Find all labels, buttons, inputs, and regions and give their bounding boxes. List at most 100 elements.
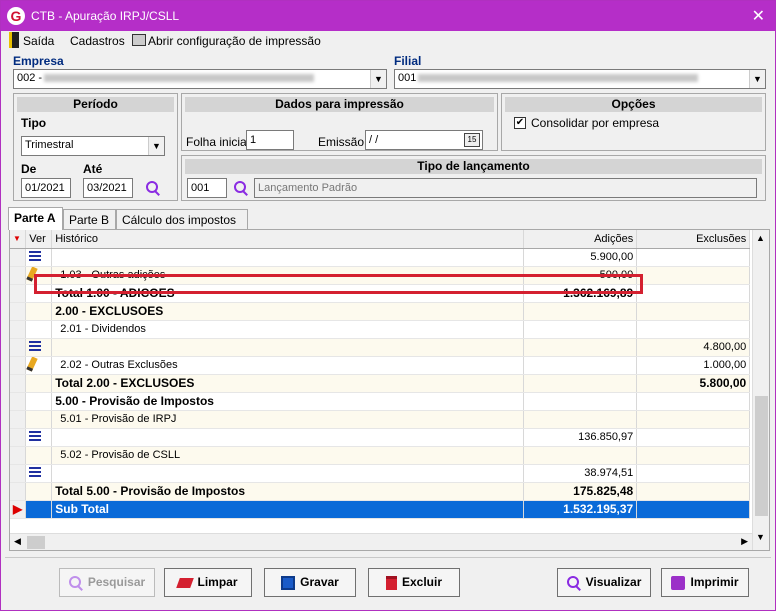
periodo-group: Período Tipo Trimestral ▼ De 01/2021 Até… bbox=[13, 93, 178, 201]
gravar-button[interactable]: Gravar bbox=[264, 568, 356, 597]
row-adicoes-cell: 1.362.169,89 bbox=[523, 284, 638, 303]
row-indicator[interactable] bbox=[10, 446, 27, 465]
save-icon bbox=[281, 575, 296, 590]
row-indicator[interactable] bbox=[10, 302, 27, 321]
excluir-label: Excluir bbox=[401, 575, 443, 589]
table-row[interactable]: 2.01 - Dividendos bbox=[10, 320, 751, 339]
menu-abrir-configuracao-impressao[interactable]: Abrir configuração de impressão bbox=[148, 34, 321, 48]
tipo-lancamento-description: Lançamento Padrão bbox=[254, 178, 757, 198]
printer-icon bbox=[132, 34, 146, 46]
tab-parte-a[interactable]: Parte A bbox=[8, 207, 63, 230]
pesquisar-button[interactable]: Pesquisar bbox=[59, 568, 155, 597]
trash-icon bbox=[385, 575, 397, 590]
imprimir-button[interactable]: Imprimir bbox=[661, 568, 749, 597]
table-row[interactable]: 2.02 - Outras Exclusões 1.000,00 bbox=[10, 356, 751, 375]
table-row[interactable]: 1.03 - Outras adições 500,00 bbox=[10, 266, 751, 285]
row-exclusoes-cell bbox=[636, 500, 751, 519]
chevron-down-icon[interactable]: ▼ bbox=[148, 137, 164, 155]
table-row[interactable]: 38.974,51 bbox=[10, 464, 751, 483]
horizontal-scrollbar[interactable]: ◀ ▶ bbox=[10, 533, 752, 550]
list-detail-icon[interactable] bbox=[29, 340, 42, 351]
table-row[interactable]: 5.01 - Provisão de IRPJ bbox=[10, 410, 751, 429]
empresa-redacted bbox=[44, 74, 315, 83]
tipo-select[interactable]: Trimestral ▼ bbox=[21, 136, 165, 156]
row-ver-cell[interactable] bbox=[25, 338, 53, 357]
table-row-selected[interactable]: ▶ Sub Total 1.532.195,37 bbox=[10, 500, 751, 519]
row-exclusoes-cell bbox=[636, 320, 751, 339]
menu-saida[interactable]: Saída bbox=[23, 34, 54, 48]
tipo-lancamento-code-input[interactable]: 001 bbox=[187, 178, 227, 198]
menu-cadastros[interactable]: Cadastros bbox=[70, 34, 125, 48]
table-row[interactable]: 5.900,00 bbox=[10, 248, 751, 267]
table-row[interactable]: Total 2.00 - EXCLUSOES 5.800,00 bbox=[10, 374, 751, 393]
row-ver-cell[interactable] bbox=[25, 464, 53, 483]
vertical-scroll-thumb[interactable] bbox=[755, 396, 768, 516]
row-ver-cell[interactable] bbox=[25, 356, 53, 375]
table-row[interactable]: 136.850,97 bbox=[10, 428, 751, 447]
column-header-exclusoes[interactable]: Exclusões bbox=[636, 230, 751, 249]
row-indicator[interactable] bbox=[10, 248, 27, 267]
row-indicator[interactable] bbox=[10, 284, 27, 303]
scroll-down-icon[interactable]: ▼ bbox=[756, 532, 765, 542]
search-icon[interactable] bbox=[234, 181, 248, 195]
scroll-right-icon[interactable]: ▶ bbox=[741, 536, 748, 547]
row-indicator[interactable] bbox=[10, 266, 27, 285]
de-label: De bbox=[21, 162, 37, 176]
row-indicator[interactable] bbox=[10, 356, 27, 375]
row-adicoes-cell: 5.900,00 bbox=[523, 248, 638, 267]
scroll-up-icon[interactable]: ▲ bbox=[756, 233, 765, 243]
emissao-input[interactable]: / / 15 bbox=[365, 130, 483, 150]
pencil-icon[interactable] bbox=[26, 266, 38, 282]
list-detail-icon[interactable] bbox=[29, 250, 42, 261]
row-ver-cell[interactable] bbox=[25, 248, 53, 267]
row-ver-cell bbox=[25, 284, 53, 303]
row-indicator[interactable] bbox=[10, 482, 27, 501]
row-indicator[interactable] bbox=[10, 392, 27, 411]
search-icon[interactable] bbox=[146, 181, 160, 195]
chevron-down-icon[interactable]: ▼ bbox=[370, 70, 386, 88]
table-row[interactable]: 5.02 - Provisão de CSLL bbox=[10, 446, 751, 465]
horizontal-scroll-thumb[interactable] bbox=[27, 536, 45, 549]
filial-value: 001 bbox=[398, 72, 417, 84]
column-header-adicoes[interactable]: Adições bbox=[523, 230, 638, 249]
limpar-button[interactable]: Limpar bbox=[164, 568, 252, 597]
row-indicator[interactable] bbox=[10, 320, 27, 339]
tab-calculo-impostos[interactable]: Cálculo dos impostos bbox=[116, 209, 248, 229]
pencil-icon[interactable] bbox=[26, 356, 38, 372]
table-row[interactable]: 5.00 - Provisão de Impostos bbox=[10, 392, 751, 411]
row-indicator[interactable] bbox=[10, 464, 27, 483]
folha-inicial-input[interactable]: 1 bbox=[246, 130, 294, 150]
row-indicator[interactable] bbox=[10, 338, 27, 357]
search-icon bbox=[68, 575, 83, 590]
filial-select[interactable]: 001 ▼ bbox=[394, 69, 766, 89]
empresa-select[interactable]: 002 - ▼ bbox=[13, 69, 387, 89]
column-header-ver[interactable]: Ver bbox=[25, 230, 53, 249]
chevron-down-icon[interactable]: ▼ bbox=[749, 70, 765, 88]
list-detail-icon[interactable] bbox=[29, 466, 42, 477]
table-row[interactable]: 2.00 - EXCLUSOES bbox=[10, 302, 751, 321]
list-detail-icon[interactable] bbox=[29, 430, 42, 441]
row-indicator[interactable] bbox=[10, 374, 27, 393]
scroll-left-icon[interactable]: ◀ bbox=[14, 536, 21, 547]
table-row[interactable]: Total 5.00 - Provisão de Impostos 175.825… bbox=[10, 482, 751, 501]
close-icon[interactable]: ✕ bbox=[752, 6, 765, 26]
row-exclusoes-cell bbox=[636, 284, 751, 303]
table-row[interactable]: 4.800,00 bbox=[10, 338, 751, 357]
calendar-icon[interactable]: 15 bbox=[464, 133, 480, 147]
ate-input[interactable]: 03/2021 bbox=[83, 178, 133, 198]
row-indicator[interactable] bbox=[10, 410, 27, 429]
vertical-scrollbar[interactable]: ▲ ▼ bbox=[752, 230, 769, 550]
de-input[interactable]: 01/2021 bbox=[21, 178, 71, 198]
row-indicator[interactable] bbox=[10, 428, 27, 447]
row-indicator[interactable]: ▶ bbox=[10, 500, 27, 519]
visualizar-button[interactable]: Visualizar bbox=[557, 568, 651, 597]
consolidar-checkbox[interactable]: ✔ bbox=[514, 117, 526, 129]
tab-parte-b[interactable]: Parte B bbox=[63, 209, 116, 229]
column-header-historico[interactable]: Histórico bbox=[51, 230, 525, 249]
filial-label: Filial bbox=[394, 54, 422, 68]
row-ver-cell[interactable] bbox=[25, 428, 53, 447]
table-row[interactable]: Total 1.00 - ADICOES 1.362.169,89 bbox=[10, 284, 751, 303]
excluir-button[interactable]: Excluir bbox=[368, 568, 460, 597]
row-historico-cell: Total 1.00 - ADICOES bbox=[51, 284, 525, 303]
row-ver-cell[interactable] bbox=[25, 266, 53, 285]
